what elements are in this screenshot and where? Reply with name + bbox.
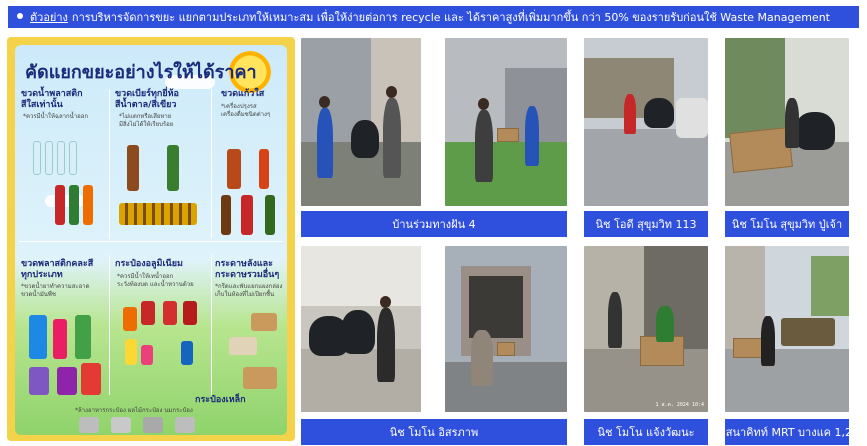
steel-can-icon	[79, 417, 99, 433]
caption-label: นิช โอดี สุขุมวิท 113	[584, 211, 708, 237]
section-note: *ไม่แตกหรือเสียหาย มีสิ่งไม่ได้ให้เรียบร…	[119, 113, 174, 128]
glass-bottle-icon	[259, 149, 269, 189]
bullet-icon	[17, 13, 23, 19]
photo-cardboard-loading: 1 ส.ค. 2024 10:4	[584, 246, 708, 412]
detergent-bottle-icon	[75, 315, 91, 359]
photo-truck-loading-2	[445, 246, 567, 412]
paper-stack-icon	[229, 337, 257, 355]
section-note: *ควรมีน้ำให้ฉลากน้ำออก	[23, 113, 88, 120]
plastic-bottle-icon	[69, 185, 79, 225]
divider	[19, 241, 283, 242]
section-note: *ควรมีน้ำให้เทน้ำออก ระวังท้องบด และน้ำห…	[117, 273, 194, 288]
beer-crate-icon	[119, 203, 197, 225]
plastic-jug-icon	[29, 367, 49, 395]
plastic-bottle-icon	[55, 185, 65, 225]
section-title: กระดาษลังและ กระดาษรวมอื่นๆ	[215, 259, 280, 280]
divider	[109, 89, 110, 239]
aluminium-can-icon	[123, 307, 137, 331]
banner-underlined: ตัวอย่าง	[30, 11, 68, 24]
detergent-bottle-icon	[53, 319, 67, 359]
caption-label: นิช โมโน อิสรภาพ	[301, 419, 567, 445]
photo-cardboard-pile	[725, 38, 849, 206]
section-note: *ขวดน้ำยาทำความสะอาด ขวดน้ำมันพืช	[21, 283, 90, 298]
caption-label: บ้านร่วมทางฝัน 4	[301, 211, 567, 237]
caption-label: นิช โมโน แจ้งวัฒนะ	[584, 419, 708, 445]
beer-bottle-icon	[167, 145, 179, 191]
aluminium-can-icon	[141, 345, 153, 365]
photo-pickup-truck	[725, 246, 849, 412]
section-title: ขวดแก้วใส	[221, 89, 265, 99]
aluminium-can-icon	[181, 341, 193, 365]
steel-can-icon	[111, 417, 131, 433]
section-note: *เครื่องปรุงรส เครื่องดื่มชนิดต่างๆ	[221, 103, 271, 118]
photo-sorting-area-2	[445, 38, 567, 206]
section-title: กระป๋องเหล็ก	[195, 395, 246, 405]
plastic-jug-icon	[81, 363, 101, 395]
plastic-bottle-icon	[57, 141, 65, 175]
aluminium-can-icon	[141, 301, 155, 325]
section-title: กระป๋องอลูมิเนียม	[115, 259, 183, 269]
steel-can-icon	[143, 417, 163, 433]
section-title: ขวดพลาสติกคละสี ทุกประเภท	[21, 259, 94, 280]
divider	[211, 255, 212, 395]
poster-title: คัดแยกขยะอย่างไรให้ได้ราคา	[25, 62, 257, 83]
glass-bottle-icon	[241, 195, 253, 235]
detergent-bottle-icon	[29, 315, 47, 359]
plastic-bottle-icon	[45, 141, 53, 175]
divider	[211, 89, 212, 239]
steel-can-icon	[175, 417, 195, 433]
section-note: *ล้างอาหารกระป๋อง ผลไม้กระป๋อง นมกระป๋อง	[75, 407, 193, 414]
divider	[109, 255, 110, 395]
plastic-jug-icon	[57, 367, 77, 395]
caption-label: เสนาคิทท์ MRT บางแค 1,2	[722, 419, 852, 445]
banner-text: การบริหารจัดการขยะ แยกตามประเภทให้เหมาะส…	[71, 11, 830, 24]
section-title: ขวดเบียร์ทุกยี่ห้อ สีน้ำตาล/สีเขียว	[115, 89, 179, 110]
beer-bottle-icon	[127, 145, 139, 191]
cloud-icon	[45, 195, 85, 207]
section-note: *กรีดและพับแยกแผงกล่อง เก็บในห้องที่ไม่เ…	[215, 283, 283, 298]
photo-timestamp: 1 ส.ค. 2024 10:4	[655, 402, 704, 408]
glass-bottle-icon	[221, 195, 231, 235]
photo-sorting-area-1	[301, 38, 421, 206]
cardboard-box-icon	[243, 367, 277, 389]
aluminium-can-icon	[183, 301, 197, 325]
waste-sorting-poster: คัดแยกขยะอย่างไรให้ได้ราคา ขวดน้ำพลาสติก…	[7, 37, 295, 441]
plastic-bottle-icon	[69, 141, 77, 175]
section-title: ขวดน้ำพลาสติก สีใสเท่านั้น	[21, 89, 83, 110]
aluminium-can-icon	[163, 301, 177, 325]
header-banner: ตัวอย่าง การบริหารจัดการขยะ แยกตามประเภท…	[8, 6, 859, 28]
glass-bottle-icon	[265, 195, 275, 235]
caption-label: นิช โมโน สุขุมวิท ปู่เจ้า	[725, 211, 849, 237]
aluminium-can-icon	[125, 339, 137, 365]
photo-bags-storage	[301, 246, 421, 412]
photo-truck-loading-1	[584, 38, 708, 206]
plastic-bottle-icon	[83, 185, 93, 225]
glass-bottle-icon	[227, 149, 241, 189]
plastic-bottle-icon	[33, 141, 41, 175]
cardboard-box-icon	[251, 313, 277, 331]
